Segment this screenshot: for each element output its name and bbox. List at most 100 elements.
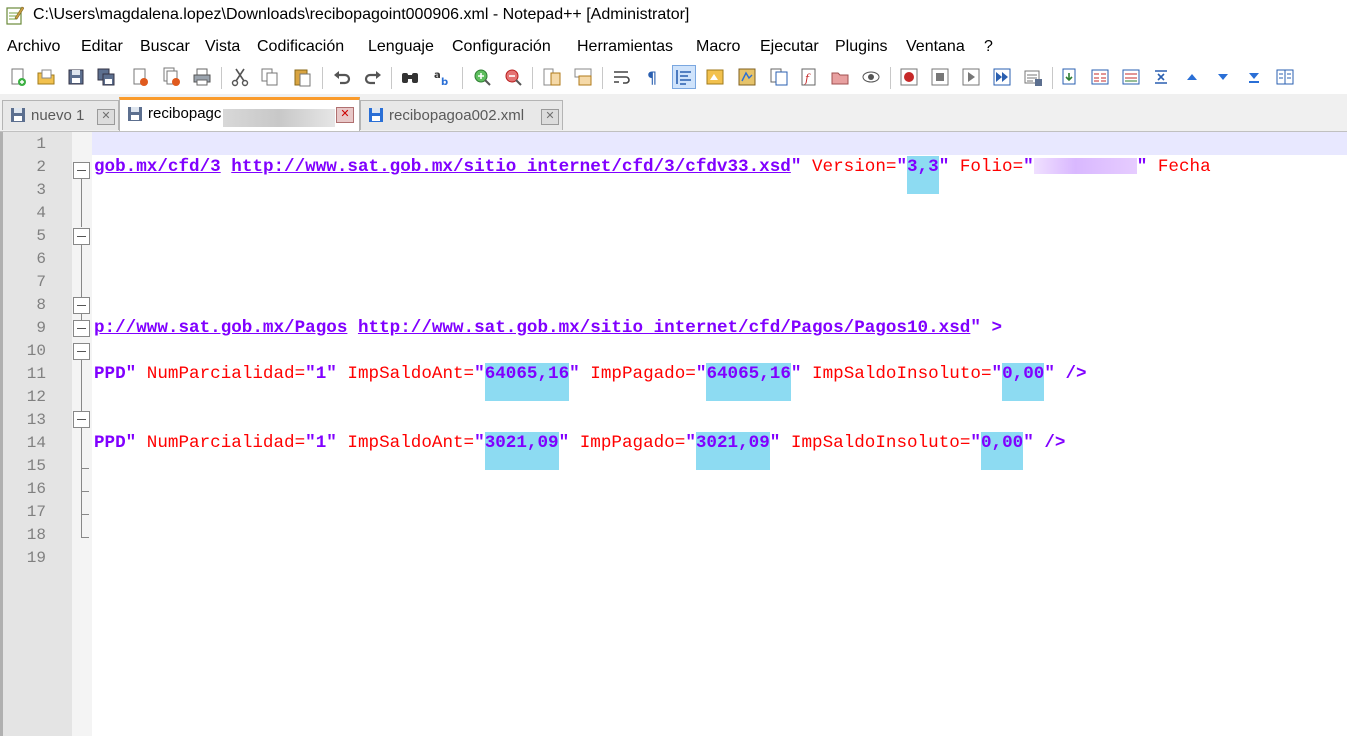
window-title: C:\Users\magdalena.lopez\Downloads\recib… [33, 6, 690, 23]
tab-recibopagoa002[interactable]: recibopagoa002.xml ✕ [360, 100, 563, 130]
open-file-icon[interactable] [34, 65, 58, 89]
doc-map-icon[interactable] [735, 65, 759, 89]
namespace-uri[interactable]: gob.mx/cfd/3 [94, 157, 221, 177]
word-wrap-icon[interactable] [610, 65, 634, 89]
schema-location-uri[interactable]: http://www.sat.gob.mx/sitio_internet/cfd… [231, 157, 791, 177]
doc-list-icon[interactable] [767, 65, 791, 89]
pagos-namespace-uri[interactable]: p://www.sat.gob.mx/Pagos [94, 318, 347, 338]
attr-imp-saldo-insoluto: ImpSaldoInsoluto= [790, 433, 971, 453]
xml-check-icon[interactable] [1057, 65, 1081, 89]
indent-guide-icon[interactable] [672, 65, 696, 89]
play-macro-icon[interactable] [959, 65, 983, 89]
tab-label: recibopagoa002.xml [389, 107, 525, 124]
toolbar: ab ¶ f [0, 62, 1347, 92]
sync-horizontal-icon[interactable] [571, 65, 595, 89]
nav-up-icon[interactable] [1180, 65, 1204, 89]
menu-macro[interactable]: Macro [696, 38, 740, 56]
fold-toggle[interactable] [73, 320, 90, 337]
save-macro-icon[interactable] [1021, 65, 1045, 89]
menu-configuracion[interactable]: Configuración [452, 38, 551, 56]
tab-close-icon[interactable]: ✕ [541, 109, 559, 125]
menu-bar: Archivo Editar Buscar Vista Codificación… [0, 36, 1347, 60]
code-line-14: PPD" NumParcialidad="1" ImpSaldoAnt="302… [94, 432, 1065, 470]
fold-toggle[interactable] [73, 411, 90, 428]
save-icon[interactable] [64, 65, 88, 89]
fold-end-tick [81, 537, 89, 538]
attr-imp-saldo-ant: ImpSaldoAnt= [347, 433, 475, 453]
find-icon[interactable] [398, 65, 422, 89]
fold-toggle[interactable] [73, 297, 90, 314]
line-number: 3 [36, 181, 46, 199]
zoom-out-icon[interactable] [501, 65, 525, 89]
fold-icon[interactable] [1149, 65, 1173, 89]
attr-imp-saldo-ant: ImpSaldoAnt= [347, 364, 475, 384]
run-macro-multiple-icon[interactable] [990, 65, 1014, 89]
stop-macro-icon[interactable] [928, 65, 952, 89]
line-number: 5 [36, 227, 46, 245]
tab-recibopago-active[interactable]: recibopagc ✕ [119, 97, 360, 131]
replace-icon[interactable]: ab [430, 65, 454, 89]
attr-num-parcialidad: NumParcialidad= [146, 364, 306, 384]
save-all-icon[interactable] [94, 65, 118, 89]
menu-ventana[interactable]: Ventana [906, 38, 965, 56]
metodo-pago-value: PPD" [94, 433, 137, 453]
tab-close-icon[interactable]: ✕ [336, 107, 354, 123]
pagos-schema-uri[interactable]: http://www.sat.gob.mx/sitio_internet/cfd… [358, 318, 970, 338]
toolbar-separator [890, 67, 891, 89]
close-all-icon[interactable] [160, 65, 184, 89]
editor-area[interactable]: 1 2 3 4 5 6 7 8 9 10 11 12 13 14 15 16 1… [0, 132, 1347, 736]
zoom-in-icon[interactable] [470, 65, 494, 89]
toolbar-separator [532, 67, 533, 89]
menu-lenguaje[interactable]: Lenguaje [368, 38, 434, 56]
menu-ejecutar[interactable]: Ejecutar [760, 38, 819, 56]
fold-toggle[interactable] [73, 228, 90, 245]
copy-icon[interactable] [258, 65, 282, 89]
svg-text:a: a [434, 70, 441, 81]
monitor-icon[interactable] [859, 65, 883, 89]
function-list-icon[interactable]: f [797, 65, 821, 89]
menu-codificacion[interactable]: Codificación [257, 38, 344, 56]
show-all-chars-icon[interactable]: ¶ [640, 65, 664, 89]
nav-down-icon[interactable] [1211, 65, 1235, 89]
print-icon[interactable] [190, 65, 214, 89]
menu-plugins[interactable]: Plugins [835, 38, 887, 56]
fold-toggle[interactable] [73, 343, 90, 360]
record-macro-icon[interactable] [897, 65, 921, 89]
tag-close: " > [970, 318, 1003, 338]
attr-folio: Folio= [959, 157, 1024, 177]
compare-lines-icon[interactable] [1119, 65, 1143, 89]
svg-text:¶: ¶ [647, 68, 657, 87]
panel-icon[interactable] [1273, 65, 1297, 89]
menu-buscar[interactable]: Buscar [140, 38, 190, 56]
line-number: 4 [36, 204, 46, 222]
fold-toggle[interactable] [73, 162, 90, 179]
line-number: 18 [26, 526, 46, 544]
line-number: 14 [26, 434, 46, 452]
fold-line [81, 179, 82, 227]
menu-vista[interactable]: Vista [205, 38, 240, 56]
cut-icon[interactable] [228, 65, 252, 89]
compare-icon[interactable] [1088, 65, 1112, 89]
nav-last-icon[interactable] [1242, 65, 1266, 89]
attr-imp-pagado: ImpPagado= [579, 433, 686, 453]
undo-icon[interactable] [330, 65, 354, 89]
menu-editar[interactable]: Editar [81, 38, 123, 56]
toolbar-separator [602, 67, 603, 89]
folder-workspace-icon[interactable] [828, 65, 852, 89]
menu-help[interactable]: ? [984, 38, 993, 56]
paste-icon[interactable] [290, 65, 314, 89]
udl-icon[interactable] [703, 65, 727, 89]
close-icon[interactable] [128, 65, 152, 89]
tab-nuevo-1[interactable]: nuevo 1 ✕ [2, 100, 119, 130]
menu-herramientas[interactable]: Herramientas [577, 38, 673, 56]
sync-vertical-icon[interactable] [540, 65, 564, 89]
tab-close-icon[interactable]: ✕ [97, 109, 115, 125]
new-file-icon[interactable] [6, 65, 30, 89]
menu-archivo[interactable]: Archivo [7, 38, 60, 56]
tab-label: recibopagc [148, 105, 222, 122]
toolbar-separator [1052, 67, 1053, 89]
line-number: 16 [26, 480, 46, 498]
tab-strip: nuevo 1 ✕ recibopagc ✕ recibopagoa002.xm… [0, 94, 1347, 132]
line-number: 15 [26, 457, 46, 475]
redo-icon[interactable] [361, 65, 385, 89]
